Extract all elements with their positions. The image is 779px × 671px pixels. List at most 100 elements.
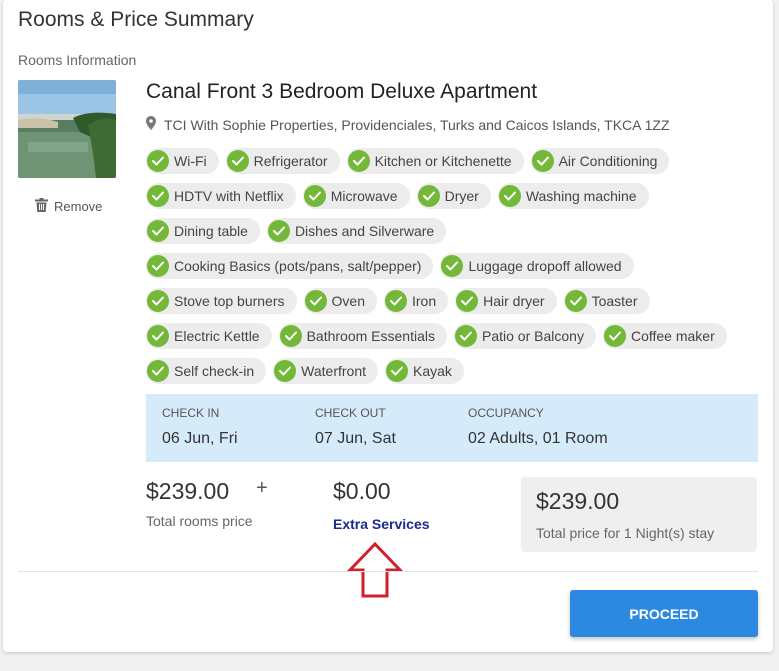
amenity-label: Washing machine <box>525 188 637 204</box>
check-in-value: 06 Jun, Fri <box>162 430 238 447</box>
check-circle-icon <box>267 220 290 242</box>
check-circle-icon <box>441 255 464 277</box>
booking-details: CHECK IN 06 Jun, Fri CHECK OUT 07 Jun, S… <box>146 394 758 462</box>
check-circle-icon <box>564 290 587 312</box>
rooms-price-summary-card: Rooms & Price Summary Rooms Information <box>3 0 773 652</box>
amenity-label: Electric Kettle <box>174 328 260 344</box>
amenity-label: Kayak <box>413 363 452 379</box>
occupancy-label: OCCUPANCY <box>468 406 544 420</box>
amenity-chip: Coffee maker <box>602 323 727 349</box>
amenities-row: Cooking Basics (pots/pans, salt/pepper) L… <box>146 253 766 279</box>
amenities-row: Dining table Dishes and Silverware <box>146 218 766 244</box>
check-circle-icon <box>274 360 297 382</box>
check-out-label: CHECK OUT <box>315 406 386 420</box>
amenity-label: Microwave <box>330 188 398 204</box>
proceed-button[interactable]: PROCEED <box>570 590 758 637</box>
room-thumbnail <box>18 80 116 178</box>
amenity-chip: Wi-Fi <box>146 148 219 174</box>
amenity-label: Stove top burners <box>174 293 285 309</box>
amenity-label: HDTV with Netflix <box>174 188 284 204</box>
check-in: CHECK IN 06 Jun, Fri <box>162 406 238 448</box>
amenity-label: Luggage dropoff allowed <box>468 258 622 274</box>
amenity-label: Wi-Fi <box>174 153 207 169</box>
amenity-chip: Kayak <box>385 358 464 384</box>
check-circle-icon <box>384 290 407 312</box>
amenities-row: Electric Kettle Bathroom Essentials Patio … <box>146 323 766 349</box>
check-circle-icon <box>304 290 327 312</box>
page-title: Rooms & Price Summary <box>18 8 254 31</box>
annotation-up-arrow <box>346 541 404 604</box>
check-circle-icon <box>498 185 521 207</box>
check-circle-icon <box>147 325 169 347</box>
check-circle-icon <box>456 290 479 312</box>
rooms-information-label: Rooms Information <box>18 52 137 68</box>
check-out-value: 07 Jun, Sat <box>315 430 396 447</box>
amenity-label: Cooking Basics (pots/pans, salt/pepper) <box>174 258 422 274</box>
amenity-chip: Luggage dropoff allowed <box>440 253 634 279</box>
extra-services-link[interactable]: Extra Services <box>333 516 430 532</box>
check-circle-icon <box>147 150 169 172</box>
divider <box>18 571 758 572</box>
occupancy: OCCUPANCY 02 Adults, 01 Room <box>468 406 608 448</box>
amenities-row: HDTV with Netflix Microwave Dryer Washing m… <box>146 183 766 209</box>
amenity-label: Coffee maker <box>630 328 715 344</box>
check-out: CHECK OUT 07 Jun, Sat <box>315 406 396 448</box>
amenity-chip: Washing machine <box>497 183 649 209</box>
amenity-chip: Kitchen or Kitchenette <box>346 148 524 174</box>
amenity-chip: Patio or Balcony <box>454 323 596 349</box>
amenity-chip: Stove top burners <box>146 288 297 314</box>
amenity-chip: Toaster <box>563 288 650 314</box>
remove-room-button[interactable]: Remove <box>35 198 102 215</box>
check-circle-icon <box>347 150 370 172</box>
amenity-chip: Bathroom Essentials <box>278 323 447 349</box>
amenity-label: Toaster <box>591 293 638 309</box>
rooms-price: $239.00 Total rooms price <box>146 478 253 529</box>
check-circle-icon <box>417 185 440 207</box>
amenity-chip: Refrigerator <box>225 148 340 174</box>
check-circle-icon <box>455 325 477 347</box>
amenity-chip: Waterfront <box>273 358 378 384</box>
check-circle-icon <box>147 360 169 382</box>
amenity-chip: Dishes and Silverware <box>266 218 447 244</box>
check-in-label: CHECK IN <box>162 406 220 420</box>
remove-label: Remove <box>54 199 103 214</box>
check-circle-icon <box>386 360 408 382</box>
amenity-label: Bathroom Essentials <box>306 328 435 344</box>
rooms-price-label: Total rooms price <box>146 513 253 529</box>
check-circle-icon <box>226 150 249 172</box>
amenity-chip: Dryer <box>416 183 491 209</box>
amenity-label: Self check-in <box>174 363 255 379</box>
amenities-row: Stove top burners Oven Iron Hair dryer Toast… <box>146 288 766 314</box>
rooms-price-value: $239.00 <box>146 478 230 504</box>
amenity-chip: Air Conditioning <box>530 148 670 174</box>
amenity-chip: Iron <box>383 288 449 314</box>
amenity-chip: Microwave <box>302 183 410 209</box>
room-location: TCI With Sophie Properties, Providencial… <box>146 116 670 133</box>
amenity-chip: Electric Kettle <box>146 323 272 349</box>
check-circle-icon <box>147 220 169 242</box>
trash-icon <box>35 198 48 215</box>
amenities-row: Wi-Fi Refrigerator Kitchen or Kitchenette A… <box>146 148 766 174</box>
amenity-chip: Hair dryer <box>455 288 557 314</box>
extra-services-price: $0.00 <box>333 478 391 504</box>
check-circle-icon <box>147 290 169 312</box>
amenity-chip: Oven <box>303 288 377 314</box>
plus-sign: + <box>256 477 268 499</box>
amenity-chip: Cooking Basics (pots/pans, salt/pepper) <box>146 253 434 279</box>
total-price-value: $239.00 <box>536 488 620 514</box>
check-circle-icon <box>147 185 169 207</box>
total-price-box: $239.00 Total price for 1 Night(s) stay <box>521 477 757 552</box>
amenity-label: Oven <box>331 293 365 309</box>
amenity-label: Dishes and Silverware <box>294 223 435 239</box>
total-price-label: Total price for 1 Night(s) stay <box>536 525 715 541</box>
check-circle-icon <box>531 150 554 172</box>
check-circle-icon <box>147 255 169 277</box>
occupancy-value: 02 Adults, 01 Room <box>468 430 608 447</box>
amenity-label: Air Conditioning <box>558 153 658 169</box>
amenity-label: Patio or Balcony <box>482 328 584 344</box>
amenity-chip: HDTV with Netflix <box>146 183 296 209</box>
map-pin-icon <box>146 116 156 133</box>
amenity-chip: Self check-in <box>146 358 267 384</box>
amenity-label: Kitchen or Kitchenette <box>374 153 512 169</box>
room-name: Canal Front 3 Bedroom Deluxe Apartment <box>146 80 538 103</box>
